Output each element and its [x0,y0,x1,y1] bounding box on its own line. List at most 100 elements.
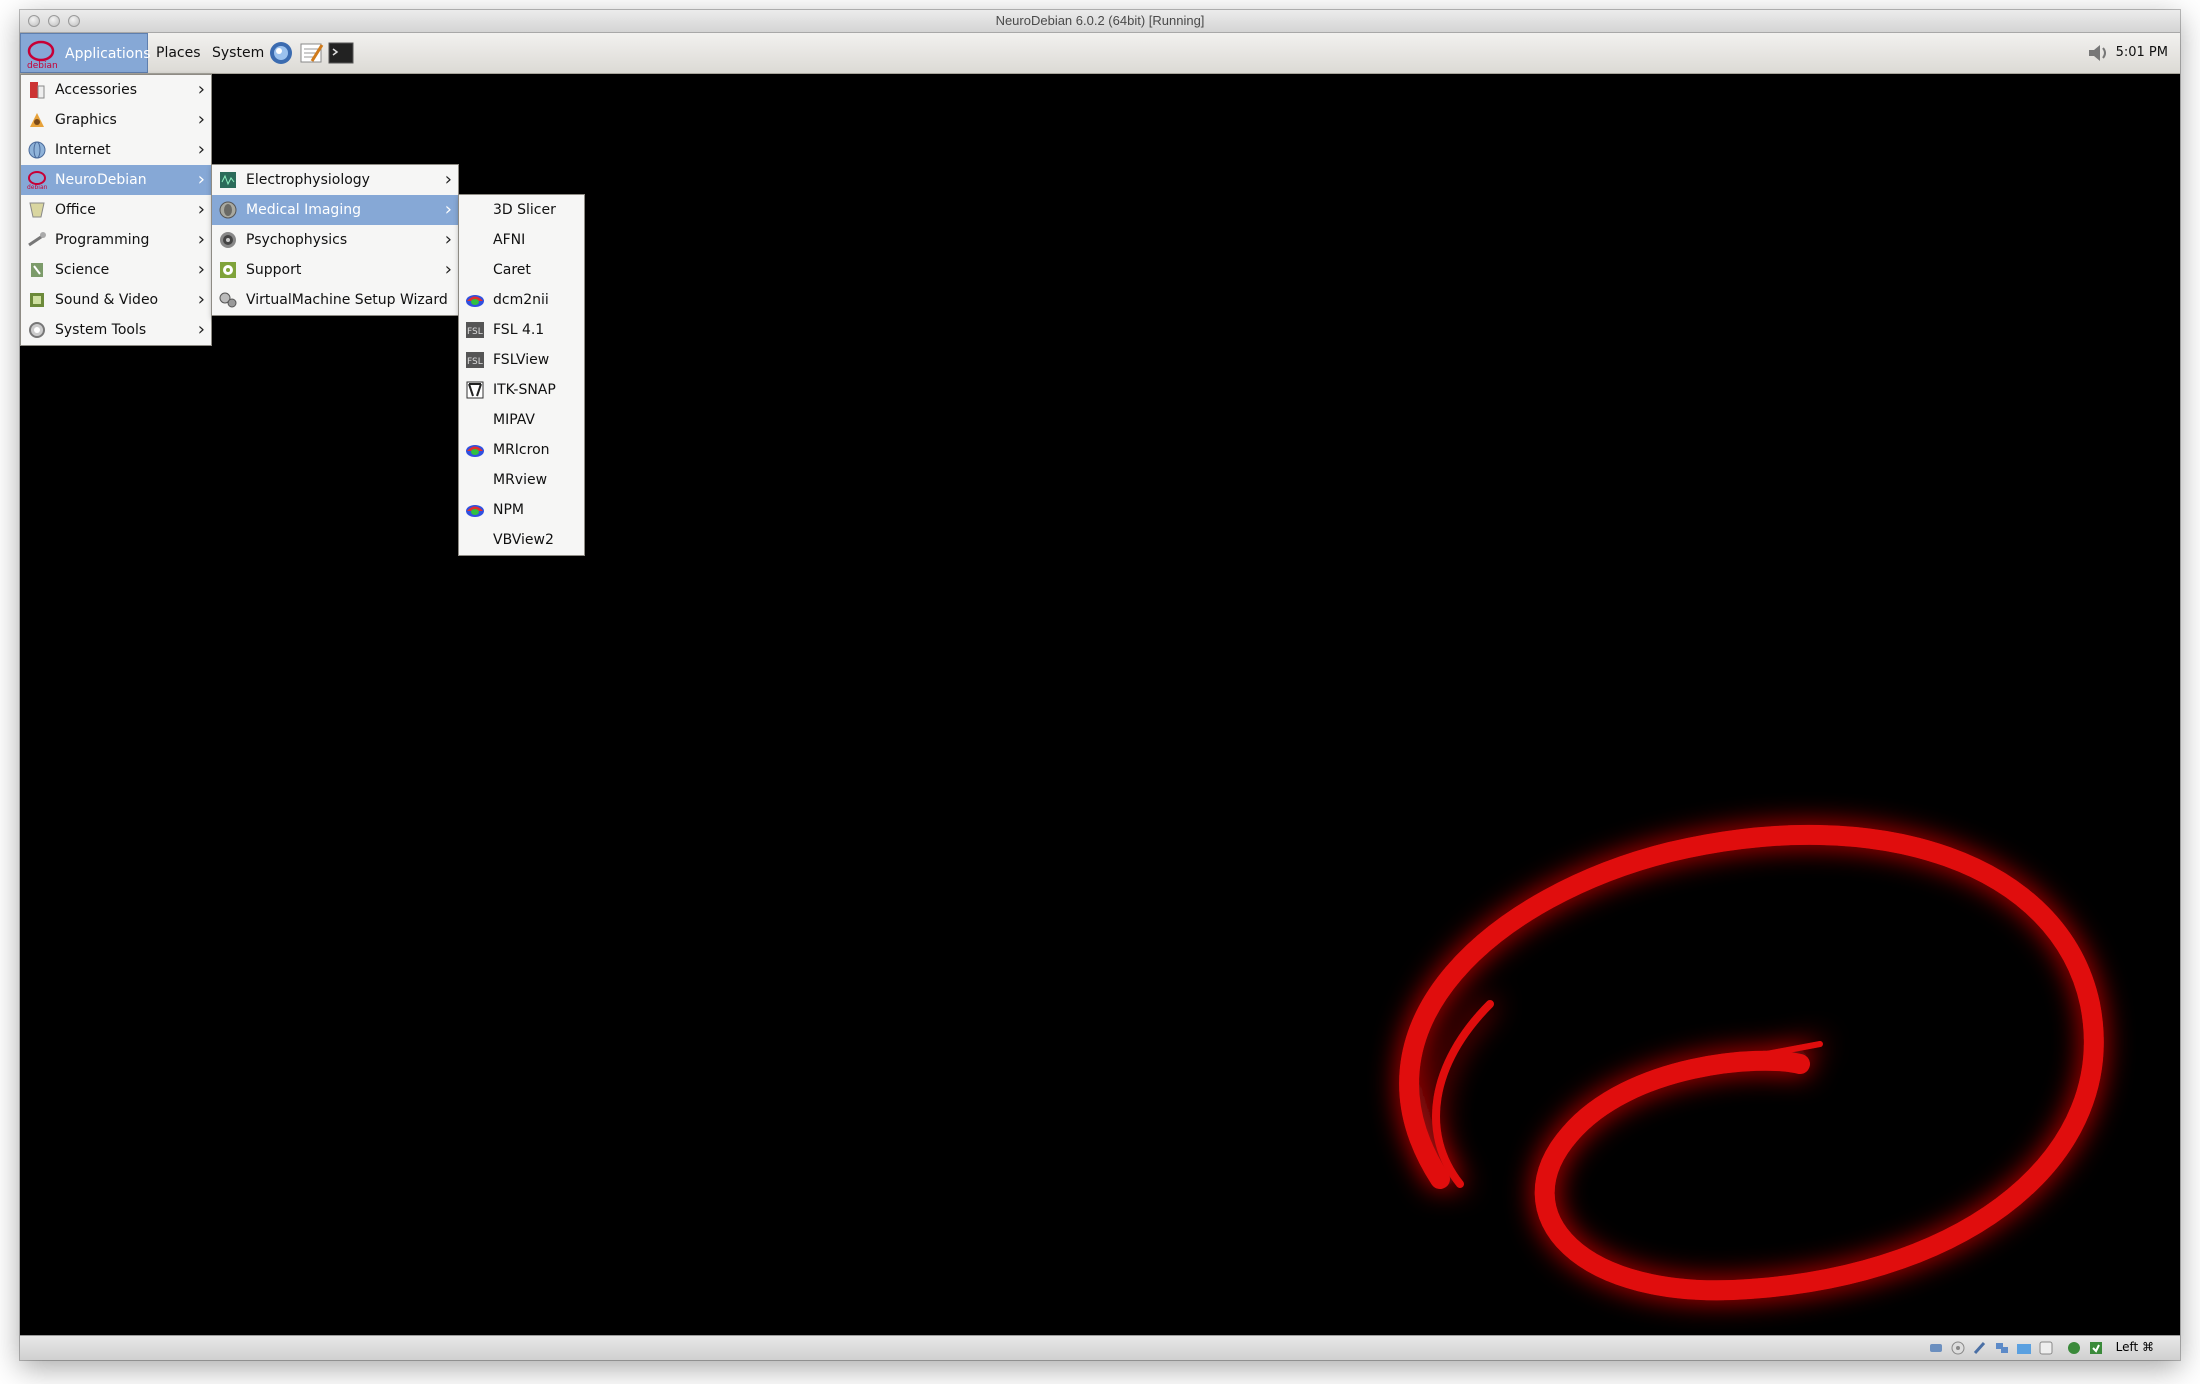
brain-color-icon [466,445,484,457]
graphics-icon [30,113,44,127]
window-title: NeuroDebian 6.0.2 (64bit) [Running] [995,13,1205,28]
submenu-arrow-icon: › [444,259,452,280]
medical-imaging-menu-item-3d-slicer[interactable]: 3D Slicer [459,195,584,225]
applications-menu-item-internet[interactable]: Internet › [21,135,211,165]
neurodebian-icon: debian [27,171,47,190]
medical-imaging-menu-item-afni[interactable]: AFNI [459,225,584,255]
neurodebian-menu-item-support[interactable]: Support › [212,255,458,285]
menu-item-label: VBView2 [493,532,554,548]
submenu-arrow-icon: › [444,169,452,190]
medical-imaging-menu-item-mrview[interactable]: MRview [459,465,584,495]
menu-item-label: dcm2nii [493,292,549,308]
applications-menu-item-accessories[interactable]: Accessories › [21,75,211,105]
menu-item-label: Internet [55,142,111,158]
menu-item-label: AFNI [493,232,526,248]
vm-wizard-icon [219,292,237,308]
svg-text:debian: debian [27,61,58,70]
menu-item-label: Support [246,262,302,278]
applications-menu-item-science[interactable]: Science › [21,255,211,285]
menu-item-label: Psychophysics [246,232,348,248]
internet-icon [28,141,46,159]
applications-menu-item-sound-video[interactable]: Sound & Video › [21,285,211,315]
submenu-arrow-icon: › [197,229,205,250]
neurodebian-menu-item-electrophysiology[interactable]: Electrophysiology › [212,165,458,195]
programming-icon [28,232,46,247]
medical-imaging-menu-item-mricron[interactable]: MRIcron [459,435,584,465]
medical-imaging-submenu: 3D Slicer AFNI Caret dcm2nii FSL FSL 4.1 FSL FS… [458,194,585,556]
menu-item-label: Caret [493,262,531,278]
system-menu-button[interactable]: System [206,33,270,73]
vm-window: NeuroDebian 6.0.2 (64bit) [Running] debi… [20,10,2180,1360]
neurodebian-menu-item-psychophysics[interactable]: Psychophysics › [212,225,458,255]
network-icon[interactable] [1994,1340,2010,1356]
menu-item-label: MIPAV [493,412,536,428]
submenu-arrow-icon: › [444,229,452,250]
svg-text:debian: debian [27,184,47,190]
medical-imaging-menu-item-vbview2[interactable]: VBView2 [459,525,584,555]
accessories-icon [30,82,45,99]
submenu-arrow-icon: › [197,79,205,100]
menu-item-label: Sound & Video [55,292,159,308]
hard-disk-icon[interactable] [1928,1340,1944,1356]
keyboard-capture-icon[interactable] [2088,1340,2104,1356]
window-titlebar[interactable]: NeuroDebian 6.0.2 (64bit) [Running] [20,10,2180,33]
medical-imaging-menu-item-mipav[interactable]: MIPAV [459,405,584,435]
volume-icon[interactable] [2086,42,2110,64]
neurodebian-menu-item-medical-imaging[interactable]: Medical Imaging › [212,195,458,225]
submenu-arrow-icon: › [197,289,205,310]
shared-folders-icon[interactable] [2016,1340,2032,1356]
medical-imaging-menu-item-itk-snap[interactable]: ITK-SNAP [459,375,584,405]
brain-color-icon [466,505,484,517]
medical-imaging-menu-item-fslview[interactable]: FSL FSLView [459,345,584,375]
menu-item-label: Programming [55,232,150,248]
fsl-icon: FSL [466,322,484,338]
medical-imaging-menu-item-npm[interactable]: NPM [459,495,584,525]
applications-menu-item-system-tools[interactable]: System Tools › [21,315,211,345]
host-key-label: Left ⌘ [2115,1340,2154,1354]
medical-imaging-menu-item-dcm2nii[interactable]: dcm2nii [459,285,584,315]
medical-imaging-menu-item-fsl-4-1[interactable]: FSL FSL 4.1 [459,315,584,345]
vm-status-bar: Left ⌘ [20,1335,2180,1360]
applications-menu-button[interactable]: debian Applications [20,33,151,73]
terminal-icon[interactable] [328,41,354,65]
usb-icon[interactable] [1972,1340,1988,1356]
menu-item-label: Science [55,262,110,278]
submenu-arrow-icon: › [197,169,205,190]
medical-imaging-menu-item-caret[interactable]: Caret [459,255,584,285]
menu-item-label: MRview [493,472,548,488]
submenu-arrow-icon: › [197,139,205,160]
places-menu-button[interactable]: Places [150,33,207,73]
applications-menu-item-programming[interactable]: Programming › [21,225,211,255]
support-icon [220,262,236,278]
medical-imaging-icon [219,201,237,219]
neurodebian-submenu: Electrophysiology › Medical Imaging › Psycho… [211,164,459,316]
menu-item-label: Office [55,202,96,218]
optical-drive-icon[interactable] [1950,1340,1966,1356]
menu-item-label: Accessories [55,82,138,98]
system-tools-icon [29,322,45,338]
menu-item-label: NeuroDebian [55,172,147,188]
itksnap-icon [466,381,484,399]
zoom-window-button[interactable] [68,15,80,27]
menu-item-label: Medical Imaging [246,202,361,218]
submenu-arrow-icon: › [197,199,205,220]
neurodebian-menu-item-virtualmachine-setup-wizard[interactable]: VirtualMachine Setup Wizard [212,285,458,315]
display-icon[interactable] [2038,1340,2054,1356]
applications-menu-item-office[interactable]: Office › [21,195,211,225]
electrophysiology-icon [220,172,236,188]
close-window-button[interactable] [28,15,40,27]
science-icon [31,263,43,277]
applications-menu-item-graphics[interactable]: Graphics › [21,105,211,135]
debian-logo-icon: debian [27,40,58,70]
menu-item-label: Graphics [55,112,117,128]
applications-menu-item-neurodebian[interactable]: debian NeuroDebian › [21,165,211,195]
desktop[interactable]: Accessories › Graphics › Internet › debian Neur… [20,74,2180,1336]
text-editor-icon[interactable] [298,41,324,65]
submenu-arrow-icon: › [197,319,205,340]
mouse-integration-icon[interactable] [2066,1340,2082,1356]
svg-text:FSL: FSL [467,327,483,337]
minimize-window-button[interactable] [48,15,60,27]
menu-item-label: FSL 4.1 [493,322,545,338]
clock[interactable]: 5:01 PM [2110,33,2174,73]
web-browser-icon[interactable] [268,41,294,65]
